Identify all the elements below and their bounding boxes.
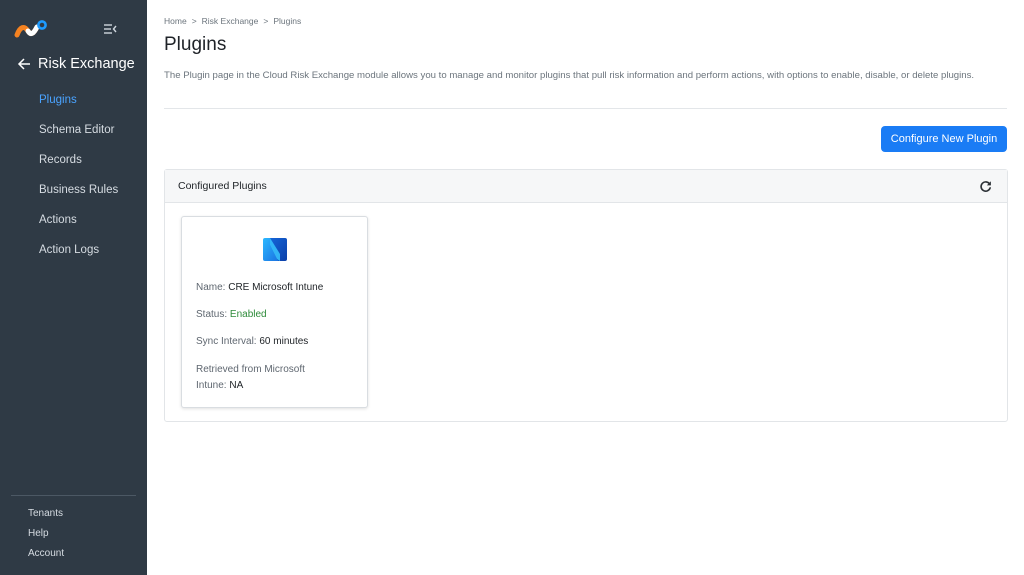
sidebar-divider <box>11 495 136 496</box>
page-description: The Plugin page in the Cloud Risk Exchan… <box>164 70 975 81</box>
plugin-name-label: Name: <box>196 282 226 293</box>
sidebar-item-help[interactable]: Help <box>28 524 64 544</box>
plugin-name: Name: CRE Microsoft Intune <box>196 280 356 296</box>
breadcrumb-risk-exchange[interactable]: Risk Exchange <box>202 16 259 26</box>
collapse-sidebar-icon[interactable] <box>103 22 117 36</box>
sidebar-item-records[interactable]: Records <box>0 145 147 175</box>
panel-header: Configured Plugins <box>165 170 1007 203</box>
back-to-risk-exchange[interactable]: Risk Exchange <box>17 56 135 72</box>
page-title: Plugins <box>164 34 227 55</box>
plugin-retrieved: Retrieved from Microsoft Intune: NA <box>196 362 336 394</box>
plugin-card[interactable]: Name: CRE Microsoft Intune Status: Enabl… <box>181 216 368 408</box>
breadcrumb-separator: > <box>191 16 197 26</box>
breadcrumb-current: Plugins <box>273 16 302 26</box>
plugin-status: Status: Enabled <box>196 307 356 323</box>
plugin-sync-value: 60 minutes <box>259 336 309 347</box>
sidebar: Risk Exchange Plugins Schema Editor Reco… <box>0 0 147 575</box>
sidebar-item-business-rules[interactable]: Business Rules <box>0 175 147 205</box>
sidebar-item-account[interactable]: Account <box>28 544 64 564</box>
plugin-sync-interval: Sync Interval: 60 minutes <box>196 334 356 350</box>
header-divider <box>164 108 1007 109</box>
sidebar-item-tenants[interactable]: Tenants <box>28 504 64 524</box>
sidebar-item-plugins[interactable]: Plugins <box>0 85 147 115</box>
breadcrumb: Home > Risk Exchange > Plugins <box>164 16 301 26</box>
back-arrow-icon <box>17 58 30 70</box>
plugin-sync-label: Sync Interval: <box>196 336 257 347</box>
plugin-retrieved-value: NA <box>229 380 244 391</box>
intune-plugin-logo <box>263 238 287 261</box>
sidebar-item-actions[interactable]: Actions <box>0 205 147 235</box>
plugin-name-value: CRE Microsoft Intune <box>228 282 324 293</box>
plugin-retrieved-label: Retrieved from Microsoft Intune: <box>196 364 305 391</box>
netskope-logo[interactable] <box>14 19 48 39</box>
sidebar-item-schema-editor[interactable]: Schema Editor <box>0 115 147 145</box>
breadcrumb-home[interactable]: Home <box>164 16 187 26</box>
sidebar-nav: Plugins Schema Editor Records Business R… <box>0 85 147 265</box>
sidebar-footer: Tenants Help Account <box>28 504 64 564</box>
panel-title: Configured Plugins <box>178 180 267 192</box>
refresh-icon[interactable] <box>979 180 992 193</box>
sidebar-item-action-logs[interactable]: Action Logs <box>0 235 147 265</box>
breadcrumb-separator: > <box>263 16 269 26</box>
plugin-status-label: Status: <box>196 309 228 320</box>
status-badge: Enabled <box>229 309 267 320</box>
configured-plugins-panel: Configured Plugins Name: CRE Microsoft I… <box>164 169 1008 422</box>
module-title: Risk Exchange <box>38 56 135 72</box>
configure-new-plugin-button[interactable]: Configure New Plugin <box>881 126 1007 152</box>
